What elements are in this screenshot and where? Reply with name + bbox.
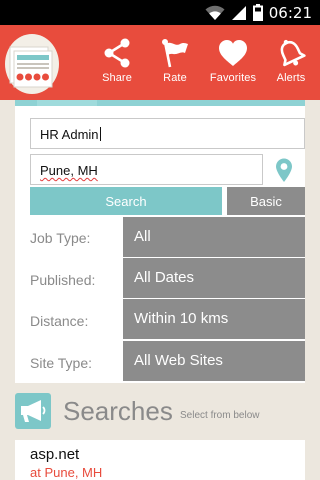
- searches-subtitle: Select from below: [180, 410, 260, 421]
- status-bar: 06:21: [0, 0, 320, 25]
- searches-title: Searches: [63, 396, 173, 426]
- card-header-strip: [15, 100, 305, 106]
- keyword-input[interactable]: HR Admin: [30, 118, 305, 149]
- action-bar: Share Rate Favorites Alerts: [0, 25, 320, 100]
- clock-time: 06:21: [268, 3, 312, 22]
- map-pin-icon[interactable]: [274, 157, 294, 183]
- signal-icon: [231, 5, 247, 21]
- newspaper-logo-icon[interactable]: [4, 32, 60, 96]
- keyword-value: HR Admin: [40, 127, 99, 142]
- search-button[interactable]: Search: [30, 187, 222, 215]
- rate-label: Rate: [163, 72, 187, 84]
- site-type-label: Site Type:: [30, 355, 93, 371]
- saved-search-location: at Pune, MH: [30, 465, 103, 480]
- alerts-label: Alerts: [276, 72, 306, 84]
- published-label: Published:: [30, 272, 96, 288]
- favorites-label: Favorites: [209, 72, 257, 84]
- megaphone-icon: [15, 393, 51, 429]
- searches-header: Searches Select from below: [15, 392, 305, 432]
- favorites-button[interactable]: Favorites: [204, 25, 262, 100]
- share-label: Share: [102, 72, 132, 84]
- flag-icon: [161, 37, 189, 69]
- site-type-select[interactable]: All Web Sites: [123, 341, 305, 381]
- rate-button[interactable]: Rate: [146, 25, 204, 100]
- heart-icon: [218, 37, 248, 69]
- alerts-button[interactable]: Alerts: [262, 25, 320, 100]
- basic-button[interactable]: Basic: [227, 187, 305, 215]
- job-type-select[interactable]: All: [123, 217, 305, 257]
- saved-search-keyword: asp.net: [30, 446, 80, 463]
- share-button[interactable]: Share: [88, 25, 146, 100]
- share-icon: [103, 37, 131, 69]
- text-caret: [99, 127, 101, 141]
- location-input[interactable]: Pune, MH: [30, 154, 263, 185]
- app-screen: 06:21 Share Rate Favorites Alerts HR Adm…: [0, 0, 320, 480]
- job-type-label: Job Type:: [30, 230, 91, 246]
- search-card: HR Admin Pune, MH Search Basic Job Type:…: [15, 100, 305, 383]
- distance-label: Distance:: [30, 313, 89, 329]
- card-header-tab: [37, 100, 97, 106]
- bell-icon: [276, 37, 306, 69]
- action-menu: Share Rate Favorites Alerts: [88, 25, 320, 100]
- wifi-icon: [205, 5, 225, 21]
- location-value: Pune, MH: [40, 163, 98, 178]
- saved-search-item[interactable]: asp.net at Pune, MH: [15, 440, 305, 480]
- distance-select[interactable]: Within 10 kms: [123, 299, 305, 339]
- battery-icon: [252, 4, 263, 21]
- published-select[interactable]: All Dates: [123, 258, 305, 298]
